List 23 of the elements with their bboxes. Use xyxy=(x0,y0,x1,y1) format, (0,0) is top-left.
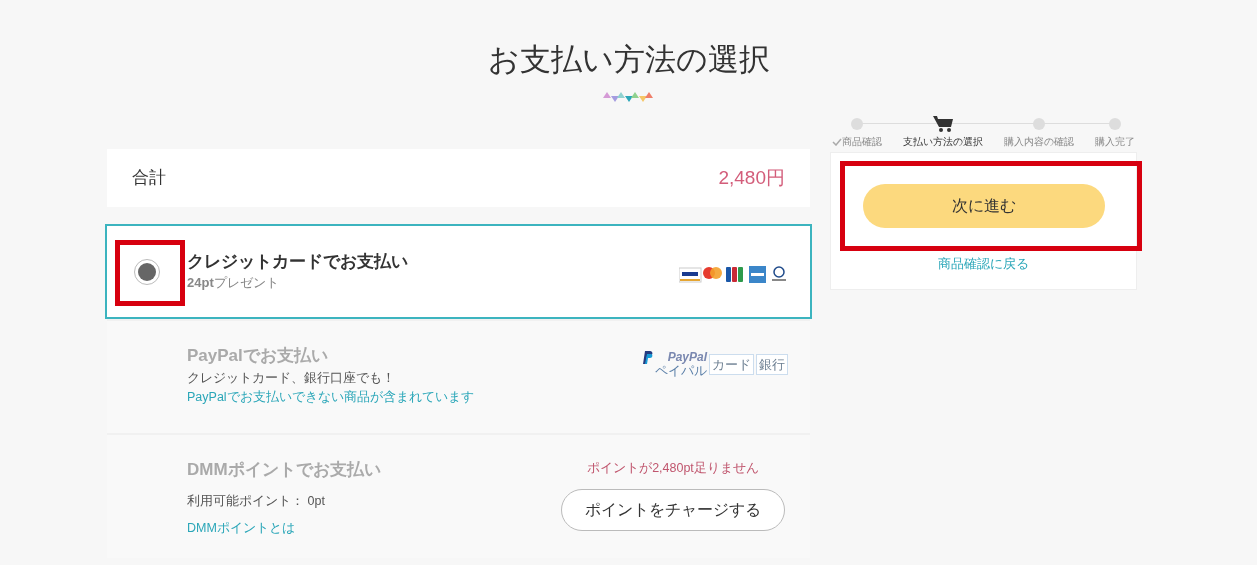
page-title: お支払い方法の選択 xyxy=(487,41,770,79)
logo-reading: ペイパル xyxy=(655,363,707,378)
option-note: クレジットカード、銀行口座でも！ xyxy=(187,370,396,387)
total-amount: 2,480円 xyxy=(718,165,785,190)
paypal-tag: 銀行 xyxy=(756,354,788,375)
radio-button[interactable] xyxy=(134,258,160,285)
step-label: 商品確認 xyxy=(842,135,882,149)
paypal-tag: カード xyxy=(709,354,754,375)
paypal-mark-icon xyxy=(643,351,653,364)
option-title: PayPalでお支払い xyxy=(187,345,329,367)
payment-option[interactable]: クレジットカードでお支払い 24ptプレゼント xyxy=(105,224,812,319)
logo-text: PayPal xyxy=(667,351,707,363)
option-title: クレジットカードでお支払い xyxy=(187,250,408,273)
step-label: 購入内容の確認 xyxy=(1004,135,1074,149)
bonus-text: 24ptプレゼント xyxy=(187,273,280,292)
step-label: 購入完了 xyxy=(1095,135,1135,149)
total-label: 合計 xyxy=(132,167,166,190)
next-button[interactable]: 次に進む xyxy=(862,184,1105,228)
warning-text: ポイントが2,480pt足りません xyxy=(587,459,759,477)
bunting-icon xyxy=(602,92,655,104)
step-label: 支払い方法の選択 xyxy=(903,135,983,149)
option-note: 利用可能ポイント： 0pt xyxy=(187,492,326,510)
option-title: DMMポイントでお支払い xyxy=(187,458,381,481)
